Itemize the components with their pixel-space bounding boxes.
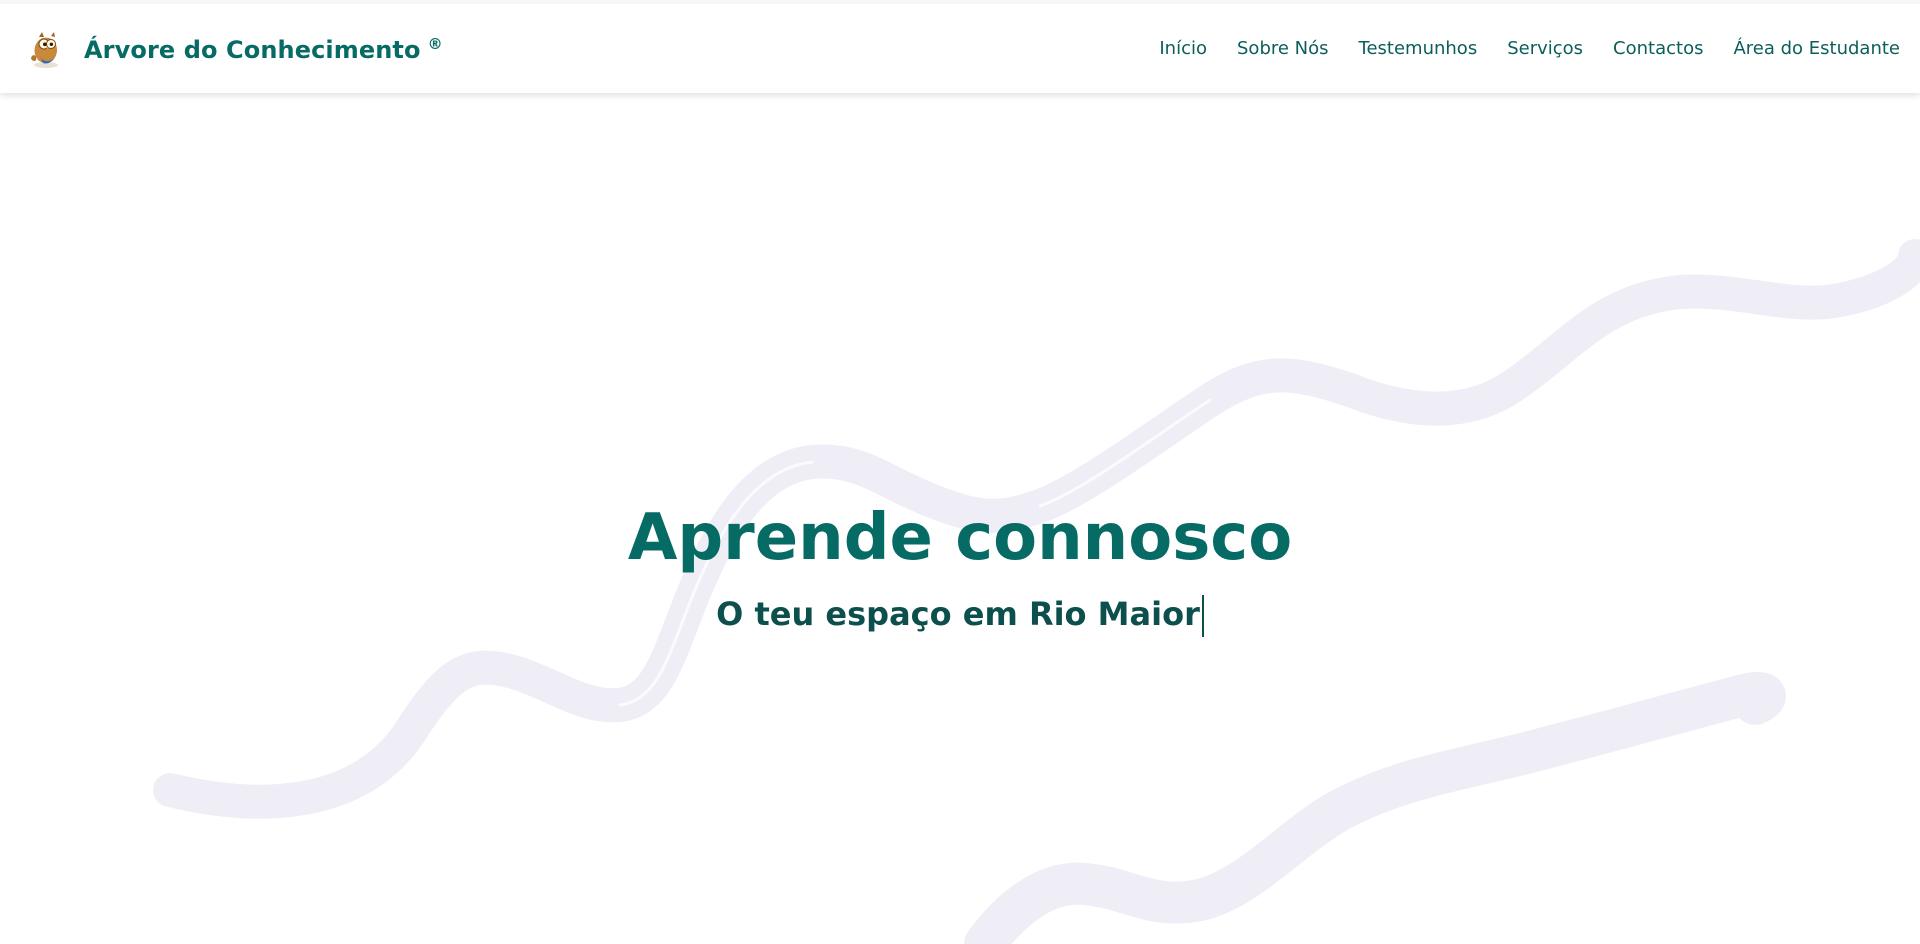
hero-subtitle: O teu espaço em Rio Maior	[716, 595, 1200, 633]
page: Árvore do Conhecimento ® Início Sobre Nó…	[0, 0, 1920, 944]
nav-link-contactos[interactable]: Contactos	[1613, 38, 1703, 59]
brand-name: Árvore do Conhecimento	[84, 36, 421, 64]
nav-link-sobre-nos[interactable]: Sobre Nós	[1237, 38, 1329, 59]
nav-link-servicos[interactable]: Serviços	[1507, 38, 1583, 59]
decorative-brush-waves	[153, 239, 1920, 944]
nav-link-area-do-estudante[interactable]: Área do Estudante	[1733, 38, 1900, 59]
hero-section: Aprende connosco O teu espaço em Rio Mai…	[0, 492, 1920, 644]
registered-mark: ®	[427, 35, 443, 53]
main-menu: Início Sobre Nós Testemunhos Serviços Co…	[1159, 38, 1900, 59]
brand-link[interactable]: Árvore do Conhecimento ®	[26, 28, 443, 72]
brush-stroke-lower	[964, 672, 1786, 944]
nav-link-inicio[interactable]: Início	[1159, 38, 1207, 59]
top-navigation-bar: Árvore do Conhecimento ® Início Sobre Nó…	[0, 0, 1920, 93]
owl-mascot-icon	[31, 32, 58, 68]
hero-title: Aprende connosco	[627, 501, 1293, 575]
nav-link-testemunhos[interactable]: Testemunhos	[1359, 38, 1478, 59]
typing-cursor	[1201, 595, 1204, 637]
hero-subtitle-line: O teu espaço em Rio Maior	[0, 584, 1920, 644]
